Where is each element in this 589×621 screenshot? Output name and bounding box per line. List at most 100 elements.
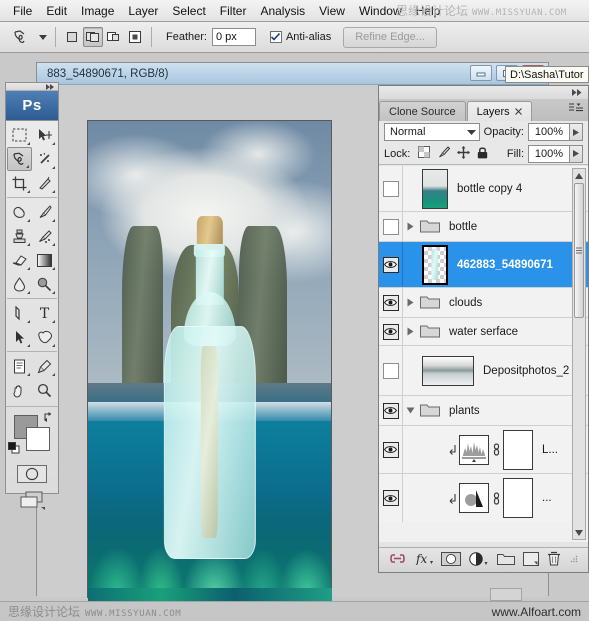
opacity-control[interactable]: 100% — [528, 123, 583, 141]
menu-image[interactable]: Image — [74, 2, 121, 20]
layer-name[interactable]: bottle — [449, 221, 477, 233]
fill-slider-arrow-icon[interactable] — [570, 144, 583, 163]
lock-all-icon[interactable] — [477, 146, 488, 162]
link-mask-icon[interactable] — [489, 443, 503, 456]
opacity-value[interactable]: 100% — [528, 123, 570, 141]
fill-control[interactable]: 100% — [528, 144, 583, 163]
link-mask-icon[interactable] — [489, 491, 503, 505]
layer-name[interactable]: clouds — [449, 297, 482, 309]
opacity-slider-arrow-icon[interactable] — [570, 123, 583, 141]
lasso-tool-icon[interactable] — [7, 147, 32, 171]
layer-name[interactable]: L... — [542, 444, 558, 456]
layer-name[interactable]: plants — [449, 405, 480, 417]
hand-tool-icon[interactable] — [7, 378, 32, 402]
screen-mode-button[interactable] — [6, 489, 58, 513]
scroll-up-arrow-icon[interactable] — [575, 169, 583, 182]
adjustment-layer-thumbnail[interactable] — [459, 483, 489, 513]
group-disclosure-triangle[interactable] — [403, 327, 418, 336]
add-layer-style-icon[interactable]: fx — [415, 552, 433, 568]
layer-visibility-toggle[interactable] — [379, 396, 403, 425]
group-disclosure-triangle[interactable] — [403, 222, 418, 231]
eraser-tool-icon[interactable] — [7, 248, 32, 272]
antialias-checkbox[interactable]: Anti-alias — [269, 31, 331, 43]
zoom-tool-icon[interactable] — [32, 378, 57, 402]
layer-row-plants[interactable]: plants — [379, 396, 588, 426]
gradient-tool-icon[interactable] — [32, 248, 57, 272]
menu-view[interactable]: View — [312, 2, 352, 20]
layer-name[interactable]: ... — [542, 492, 552, 504]
add-layer-mask-icon[interactable] — [440, 551, 461, 569]
scroll-down-arrow-icon[interactable] — [575, 526, 583, 539]
magic-wand-tool-icon[interactable] — [32, 147, 57, 171]
tools-panel-grabber[interactable] — [6, 83, 58, 91]
layer-name[interactable]: Depositphotos_21... — [483, 365, 570, 377]
blur-tool-icon[interactable] — [7, 272, 32, 296]
notes-tool-icon[interactable] — [7, 354, 32, 378]
menu-file[interactable]: File — [6, 2, 39, 20]
subtract-from-selection-button[interactable] — [104, 27, 124, 47]
blend-mode-select[interactable]: Normal — [384, 123, 480, 141]
layer-visibility-toggle[interactable] — [379, 426, 403, 473]
add-to-selection-button[interactable] — [83, 27, 103, 47]
menu-analysis[interactable]: Analysis — [253, 2, 312, 20]
menu-layer[interactable]: Layer — [121, 2, 165, 20]
layer-name[interactable]: 462883_54890671 — [457, 259, 553, 271]
move-tool-icon[interactable] — [32, 123, 57, 147]
group-disclosure-triangle[interactable] — [403, 298, 418, 307]
layer-list[interactable]: bottle copy 4 bottle 462883_54890671 clo… — [379, 166, 588, 542]
type-tool-icon[interactable]: T — [32, 301, 57, 325]
new-group-icon[interactable] — [496, 552, 515, 568]
link-layers-icon[interactable] — [389, 553, 406, 567]
crop-tool-icon[interactable] — [7, 171, 32, 195]
adjustment-layer-thumbnail[interactable] — [459, 434, 489, 465]
clone-stamp-tool-icon[interactable] — [7, 224, 32, 248]
layer-visibility-toggle[interactable] — [379, 212, 403, 241]
menu-edit[interactable]: Edit — [39, 2, 74, 20]
layer-name[interactable]: water serface — [449, 326, 518, 338]
horizontal-scroll-fragment[interactable] — [490, 588, 522, 601]
intersect-selection-button[interactable] — [125, 27, 145, 47]
layer-row-bottle-copy-4[interactable]: bottle copy 4 — [379, 166, 588, 212]
healing-brush-tool-icon[interactable] — [7, 200, 32, 224]
marquee-tool-icon[interactable] — [7, 123, 32, 147]
path-selection-tool-icon[interactable] — [7, 325, 32, 349]
background-color-swatch[interactable] — [26, 427, 50, 451]
tool-preset-chevron-down-icon[interactable] — [36, 26, 49, 48]
refine-edge-button[interactable]: Refine Edge... — [343, 26, 437, 48]
layer-thumbnail[interactable] — [422, 244, 448, 285]
dodge-tool-icon[interactable] — [32, 272, 57, 296]
layer-visibility-toggle[interactable] — [379, 166, 403, 211]
swap-colors-icon[interactable] — [43, 411, 54, 425]
menu-select[interactable]: Select — [165, 2, 212, 20]
scrollbar-thumb[interactable] — [574, 183, 584, 318]
layer-thumbnail[interactable] — [422, 355, 474, 386]
layers-scrollbar[interactable] — [572, 168, 586, 540]
tab-clone-source[interactable]: Clone Source — [379, 101, 466, 121]
resize-grip-icon[interactable] — [570, 554, 578, 566]
layer-visibility-toggle[interactable] — [379, 288, 403, 317]
layer-mask-thumbnail[interactable] — [503, 429, 533, 470]
layer-visibility-toggle[interactable] — [379, 242, 403, 287]
lock-position-icon[interactable] — [457, 145, 471, 162]
lock-image-pixels-icon[interactable] — [437, 146, 451, 161]
layer-row-brightness-contrast-adjustment[interactable]: ... — [379, 474, 588, 522]
layer-row-462883-54890671[interactable]: 462883_54890671 — [379, 242, 588, 288]
eyedropper-tool-icon[interactable] — [32, 354, 57, 378]
delete-layer-icon[interactable] — [547, 551, 561, 569]
layer-visibility-toggle[interactable] — [379, 474, 403, 522]
layer-mask-thumbnail[interactable] — [503, 478, 533, 518]
lock-transparent-pixels-icon[interactable] — [418, 146, 431, 161]
shape-tool-icon[interactable] — [32, 325, 57, 349]
lasso-tool-icon[interactable] — [6, 25, 36, 49]
brush-tool-icon[interactable] — [32, 200, 57, 224]
tab-layers[interactable]: Layers — [466, 101, 532, 121]
menu-filter[interactable]: Filter — [213, 2, 254, 20]
document-title-bar[interactable]: 883_54890671, RGB/8) — [37, 63, 548, 85]
group-disclosure-triangle-expanded[interactable] — [403, 407, 418, 414]
layer-visibility-toggle[interactable] — [379, 346, 403, 395]
pen-tool-icon[interactable] — [7, 301, 32, 325]
layer-row-levels-adjustment[interactable]: L... — [379, 426, 588, 474]
layer-thumbnail[interactable] — [422, 168, 448, 209]
slice-tool-icon[interactable] — [32, 171, 57, 195]
layer-row-water-serface[interactable]: water serface — [379, 318, 588, 346]
